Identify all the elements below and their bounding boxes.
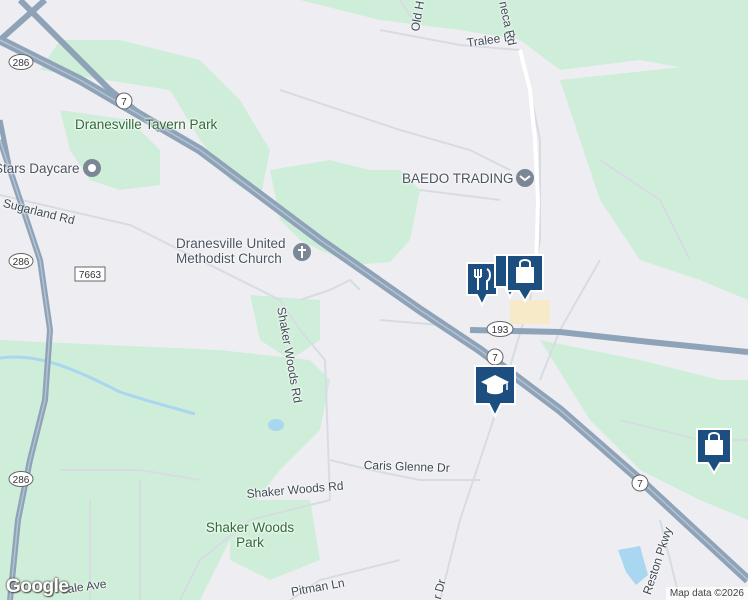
svg-text:7663: 7663 <box>79 270 102 281</box>
park-label-dranesville-tavern: Dranesville Tavern Park <box>75 117 218 132</box>
place-label-church: Dranesville United Methodist Church <box>176 236 286 266</box>
seneca-road <box>518 49 541 271</box>
commercial-area <box>510 300 550 324</box>
daycare-icon[interactable] <box>81 157 103 179</box>
place-label-daycare: Stars Daycare <box>0 161 80 176</box>
map-base-layer <box>0 0 748 600</box>
route-shield-193: 193 <box>486 321 514 337</box>
shop-icon[interactable] <box>514 167 536 189</box>
route-shield-7-a: 7 <box>115 92 133 110</box>
place-label-baedo-trading: BAEDO TRADING <box>402 171 514 186</box>
park-label-shaker-woods: Shaker Woods Park <box>205 520 295 550</box>
svg-text:286: 286 <box>13 58 30 69</box>
svg-text:286: 286 <box>13 257 30 268</box>
shopping-marker[interactable] <box>505 253 545 303</box>
street-label-caris-glenne: Caris Glenne Dr <box>363 458 450 475</box>
route-shield-286-mid: 286 <box>8 253 34 269</box>
svg-text:7: 7 <box>492 353 498 364</box>
svg-text:7: 7 <box>121 97 127 108</box>
map-attribution[interactable]: Map data ©2026 <box>665 587 748 600</box>
route-shield-286-bottom: 286 <box>8 471 34 487</box>
svg-text:7: 7 <box>637 479 643 490</box>
svg-text:286: 286 <box>13 475 30 486</box>
route-shield-7-c: 7 <box>631 474 649 492</box>
route-shield-286-top: 286 <box>8 54 34 70</box>
google-logo: Google <box>6 576 69 597</box>
shopping-marker-east[interactable] <box>695 427 733 477</box>
route-shield-7663: 7663 <box>74 266 106 282</box>
map-canvas[interactable]: Dranesville Tavern Park Shaker Woods Par… <box>0 0 748 600</box>
svg-text:193: 193 <box>492 325 509 336</box>
church-icon[interactable] <box>291 241 313 263</box>
school-marker[interactable] <box>473 364 517 420</box>
